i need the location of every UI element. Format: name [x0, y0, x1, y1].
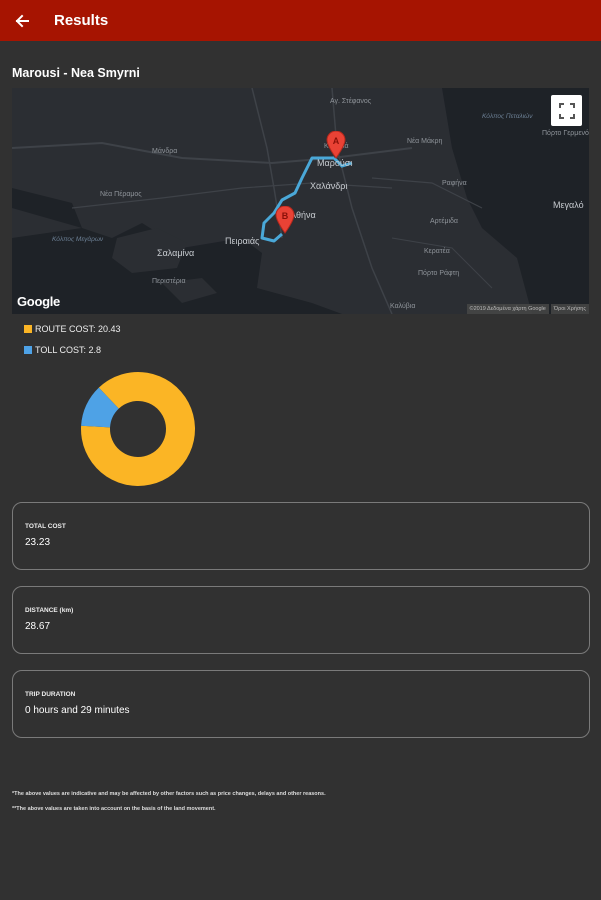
fullscreen-icon: [558, 102, 575, 119]
legend-toll-cost: TOLL COST: 2.8: [24, 345, 101, 355]
card-label: DISTANCE (km): [25, 607, 74, 614]
map-label: Πόρτο Ράφτη: [418, 270, 460, 277]
marker-a-label: A: [333, 136, 340, 146]
back-button[interactable]: [0, 0, 44, 41]
google-logo: Google: [17, 294, 60, 309]
arrow-left-icon: [15, 14, 29, 27]
card-value: 0 hours and 29 minutes: [25, 705, 130, 716]
map-copyright: ©2019 Δεδομένα χάρτη Google: [466, 304, 549, 314]
map-label: Κόλπος Μεγάρων: [52, 236, 104, 243]
card-label: TRIP DURATION: [25, 691, 76, 698]
map-label: Νέα Μάκρη: [407, 138, 443, 145]
map-attribution: ©2019 Δεδομένα χάρτη Google Όροι Χρήσης: [466, 304, 589, 314]
map-label: Πόρτο Γερμενό: [542, 130, 589, 137]
card-value: 23.23: [25, 537, 51, 548]
legend-swatch: [24, 346, 32, 354]
map-label: Χαλάνδρι: [310, 181, 348, 191]
legend-label: ROUTE COST: 20.43: [35, 324, 121, 334]
distance-card: DISTANCE (km) 28.67: [12, 586, 590, 654]
map-label: Κόλπος Πεταλιών: [482, 113, 533, 120]
card-value: 28.67: [25, 621, 51, 632]
route-map[interactable]: Αγ. Στέφανος Μάνδρα Νέα Μάκρη Χαλάνδρι Μ…: [12, 88, 589, 314]
map-label: Μαρούσι: [317, 158, 353, 168]
legend-label: TOLL COST: 2.8: [35, 345, 102, 355]
marker-b-icon[interactable]: B: [275, 206, 295, 234]
legend-swatch: [24, 325, 32, 333]
marker-a-icon[interactable]: A: [326, 131, 346, 159]
route-title: Marousi - Nea Smyrni: [12, 66, 140, 80]
map-terms-link[interactable]: Όροι Χρήσης: [550, 304, 589, 314]
trip-duration-card: TRIP DURATION 0 hours and 29 minutes: [12, 670, 590, 738]
map-label: Μεγαλό: [553, 200, 584, 210]
map-label: Πειραιάς: [225, 236, 260, 246]
disclaimer-note: **The above values are taken into accoun…: [12, 806, 216, 812]
map-label: Σαλαμίνα: [157, 248, 195, 258]
map-label: Ραφήνα: [442, 180, 467, 187]
map-label: Μάνδρα: [152, 148, 178, 155]
legend-route-cost: ROUTE COST: 20.43: [24, 324, 121, 334]
map-label: Κερατέα: [424, 248, 450, 255]
map-label: Περιστέρια: [152, 278, 186, 285]
total-cost-card: TOTAL COST 23.23: [12, 502, 590, 570]
map-label: Αρτέμιδα: [430, 218, 458, 225]
app-bar: Results: [0, 0, 601, 41]
cost-donut-chart: [81, 372, 195, 486]
map-label: Καλύβια: [390, 303, 416, 310]
fullscreen-button[interactable]: [551, 95, 582, 126]
card-label: TOTAL COST: [25, 523, 66, 530]
map-label: Νέα Πέραμος: [100, 191, 142, 198]
map-background: [12, 88, 589, 314]
page-title: Results: [54, 12, 109, 29]
map-label: Αγ. Στέφανος: [330, 98, 372, 105]
disclaimer-note: *The above values are indicative and may…: [12, 791, 326, 797]
marker-b-label: B: [282, 211, 289, 221]
